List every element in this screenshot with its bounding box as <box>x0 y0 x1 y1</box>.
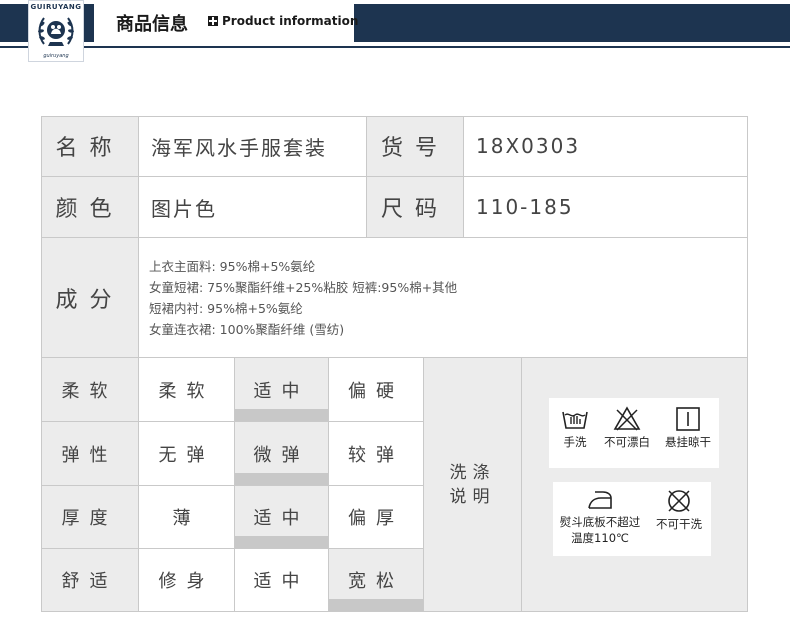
care-symbols-panel: 手洗 不可漂白 悬挂晾干 熨斗底板不超过 温度110℃ 不可干洗 <box>522 358 748 612</box>
composition-content: 上衣主面料: 95%棉+5%氨纶 女童短裙: 75%聚酯纤维+25%粘胶 短裤:… <box>139 238 748 358</box>
selected-indicator-bar <box>235 473 328 485</box>
no-dry-clean-label: 不可干洗 <box>656 517 702 531</box>
no-bleach-label: 不可漂白 <box>604 435 650 449</box>
name-label: 名称 <box>41 116 139 177</box>
composition-line: 短裙内衬: 95%棉+5%氨纶 <box>149 300 303 316</box>
softness-label: 柔软 <box>41 358 139 422</box>
softness-option-soft: 柔软 <box>139 358 235 422</box>
thickness-option-thin: 薄 <box>139 486 235 549</box>
washing-title-line: 洗涤 <box>449 462 496 483</box>
color-value: 图片色 <box>139 177 367 238</box>
softness-option-hard: 偏硬 <box>329 358 424 422</box>
hand-wash-icon <box>562 411 588 429</box>
hang-dry-icon <box>676 407 700 431</box>
item-number-value: 18X0303 <box>464 116 748 177</box>
selected-indicator-bar <box>235 409 328 421</box>
no-bleach-item: 不可漂白 <box>597 406 657 450</box>
fit-option-regular: 适中 <box>235 549 329 612</box>
fit-option-loose: 宽松 <box>329 549 424 612</box>
fit-option-slim: 修身 <box>139 549 235 612</box>
elasticity-option-none: 无弹 <box>139 422 235 486</box>
selected-indicator-bar <box>235 536 328 548</box>
care-box-bottom: 熨斗底板不超过 温度110℃ 不可干洗 <box>553 482 711 556</box>
option-text: 宽松 <box>348 571 404 592</box>
selected-indicator-bar <box>329 599 423 611</box>
option-text: 适中 <box>253 508 310 529</box>
option-text: 适中 <box>253 380 310 402</box>
logo-sub-text: guiruyang <box>43 53 69 59</box>
plus-square-icon <box>208 16 218 26</box>
iron-low-temp-icon <box>588 491 612 509</box>
laurel-emblem-icon <box>38 17 74 46</box>
color-label: 颜色 <box>41 177 139 238</box>
size-value: 110-185 <box>464 177 748 238</box>
composition-line: 女童短裙: 75%聚酯纤维+25%粘胶 短裤:95%棉+其他 <box>149 279 458 295</box>
composition-label: 成分 <box>41 238 139 358</box>
hang-dry-label: 悬挂晾干 <box>665 435 711 449</box>
care-box-top: 手洗 不可漂白 悬挂晾干 <box>549 398 719 468</box>
washing-title: 洗涤 说明 <box>424 358 522 612</box>
thickness-label: 厚度 <box>41 486 139 549</box>
thickness-option-thick: 偏厚 <box>329 486 424 549</box>
iron-label-line1: 熨斗底板不超过 <box>559 515 641 529</box>
logo-brand-text: GUIRUYANG <box>30 3 82 11</box>
brand-logo: GUIRUYANG guiruyang <box>28 0 84 62</box>
section-title-cn: 商品信息 <box>116 14 188 35</box>
thickness-option-medium: 适中 <box>235 486 329 549</box>
header-stripe <box>0 46 790 48</box>
size-label: 尺码 <box>367 177 464 238</box>
fit-label: 舒适 <box>41 549 139 612</box>
softness-option-medium: 适中 <box>235 358 329 422</box>
hand-wash-item: 手洗 <box>553 406 597 450</box>
iron-item: 熨斗底板不超过 温度110℃ <box>553 488 647 546</box>
no-bleach-icon <box>613 406 641 431</box>
no-dry-clean-icon <box>668 490 690 512</box>
hand-wash-label: 手洗 <box>563 435 587 449</box>
item-number-label: 货号 <box>367 116 464 177</box>
name-value: 海军风水手服套装 <box>139 116 367 177</box>
elasticity-option-slight: 微弹 <box>235 422 329 486</box>
section-title-en-group: Product information <box>208 14 358 28</box>
iron-label-line2: 温度110℃ <box>571 531 629 545</box>
header-bar: 商品信息 Product information GUIRUYANG guiru… <box>0 0 790 62</box>
elasticity-label: 弹性 <box>41 422 139 486</box>
hang-dry-item: 悬挂晾干 <box>659 406 717 450</box>
option-text: 微弹 <box>253 444 310 466</box>
composition-line: 上衣主面料: 95%棉+5%氨纶 <box>149 258 316 274</box>
washing-title-line: 说明 <box>449 486 496 507</box>
elasticity-option-stretchy: 较弹 <box>329 422 424 486</box>
section-title-en: Product information <box>222 14 359 28</box>
composition-line: 女童连衣裙: 100%聚酯纤维 (雪纺) <box>149 321 345 337</box>
no-dry-clean-item: 不可干洗 <box>649 488 709 532</box>
